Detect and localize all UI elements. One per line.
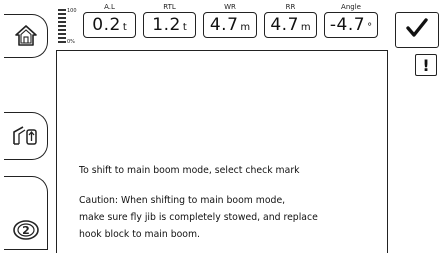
home-icon: [13, 23, 39, 49]
working-radius-box: 4.7 m: [203, 12, 257, 38]
actual-load-value: 0.2: [92, 15, 121, 35]
confirm-button[interactable]: [395, 12, 439, 48]
load-chart-button[interactable]: 2: [4, 176, 48, 250]
actual-load-readout: A.L 0.2 t: [83, 3, 136, 43]
home-button[interactable]: [4, 14, 48, 58]
rated-radius-value: 4.7: [270, 15, 299, 35]
boom-angle-label: Angle: [341, 3, 361, 11]
actual-load-unit: t: [122, 22, 127, 33]
caution-text-line-2: make sure fly jib is completely stowed, …: [79, 212, 318, 223]
rated-load-label: RTL: [163, 3, 176, 11]
message-panel: To shift to main boom mode, select check…: [56, 50, 388, 253]
working-radius-unit: m: [240, 22, 251, 33]
rated-load-box: 1.2 t: [143, 12, 196, 38]
boom-angle-unit: °: [367, 22, 373, 33]
checkmark-icon: [405, 17, 429, 43]
rated-radius-label: RR: [285, 3, 296, 11]
caution-text-line-1: Caution: When shifting to main boom mode…: [79, 195, 286, 206]
rated-load-readout: RTL 1.2 t: [143, 3, 196, 43]
rated-load-value: 1.2: [152, 15, 181, 35]
working-radius-label: WR: [224, 3, 236, 11]
actual-load-box: 0.2 t: [83, 12, 136, 38]
boom-angle-value: -4.7: [329, 15, 366, 35]
jib-mode-icon: [11, 124, 41, 148]
warning-label: !: [422, 55, 430, 75]
rated-load-unit: t: [182, 22, 187, 33]
instruction-text: To shift to main boom mode, select check…: [79, 165, 300, 176]
caution-text-line-3: hook block to main boom.: [79, 229, 200, 240]
level-gauge: 100 0%: [58, 8, 77, 48]
rated-radius-box: 4.7 m: [264, 12, 317, 38]
working-radius-readout: WR 4.7 m: [203, 3, 257, 43]
actual-load-label: A.L: [104, 3, 115, 11]
rated-radius-readout: RR 4.7 m: [264, 3, 317, 43]
load-chart-icon: 2: [12, 219, 40, 241]
boom-angle-readout: Angle -4.7 °: [324, 3, 378, 43]
warning-button[interactable]: !: [415, 54, 437, 76]
rated-radius-unit: m: [300, 22, 311, 33]
jib-mode-button[interactable]: [4, 112, 48, 160]
load-chart-number: 2: [22, 224, 30, 237]
working-radius-value: 4.7: [209, 15, 239, 35]
boom-angle-box: -4.7 °: [324, 12, 378, 38]
gauge-min-label: 0%: [67, 39, 75, 45]
gauge-max-label: 100: [67, 8, 77, 14]
